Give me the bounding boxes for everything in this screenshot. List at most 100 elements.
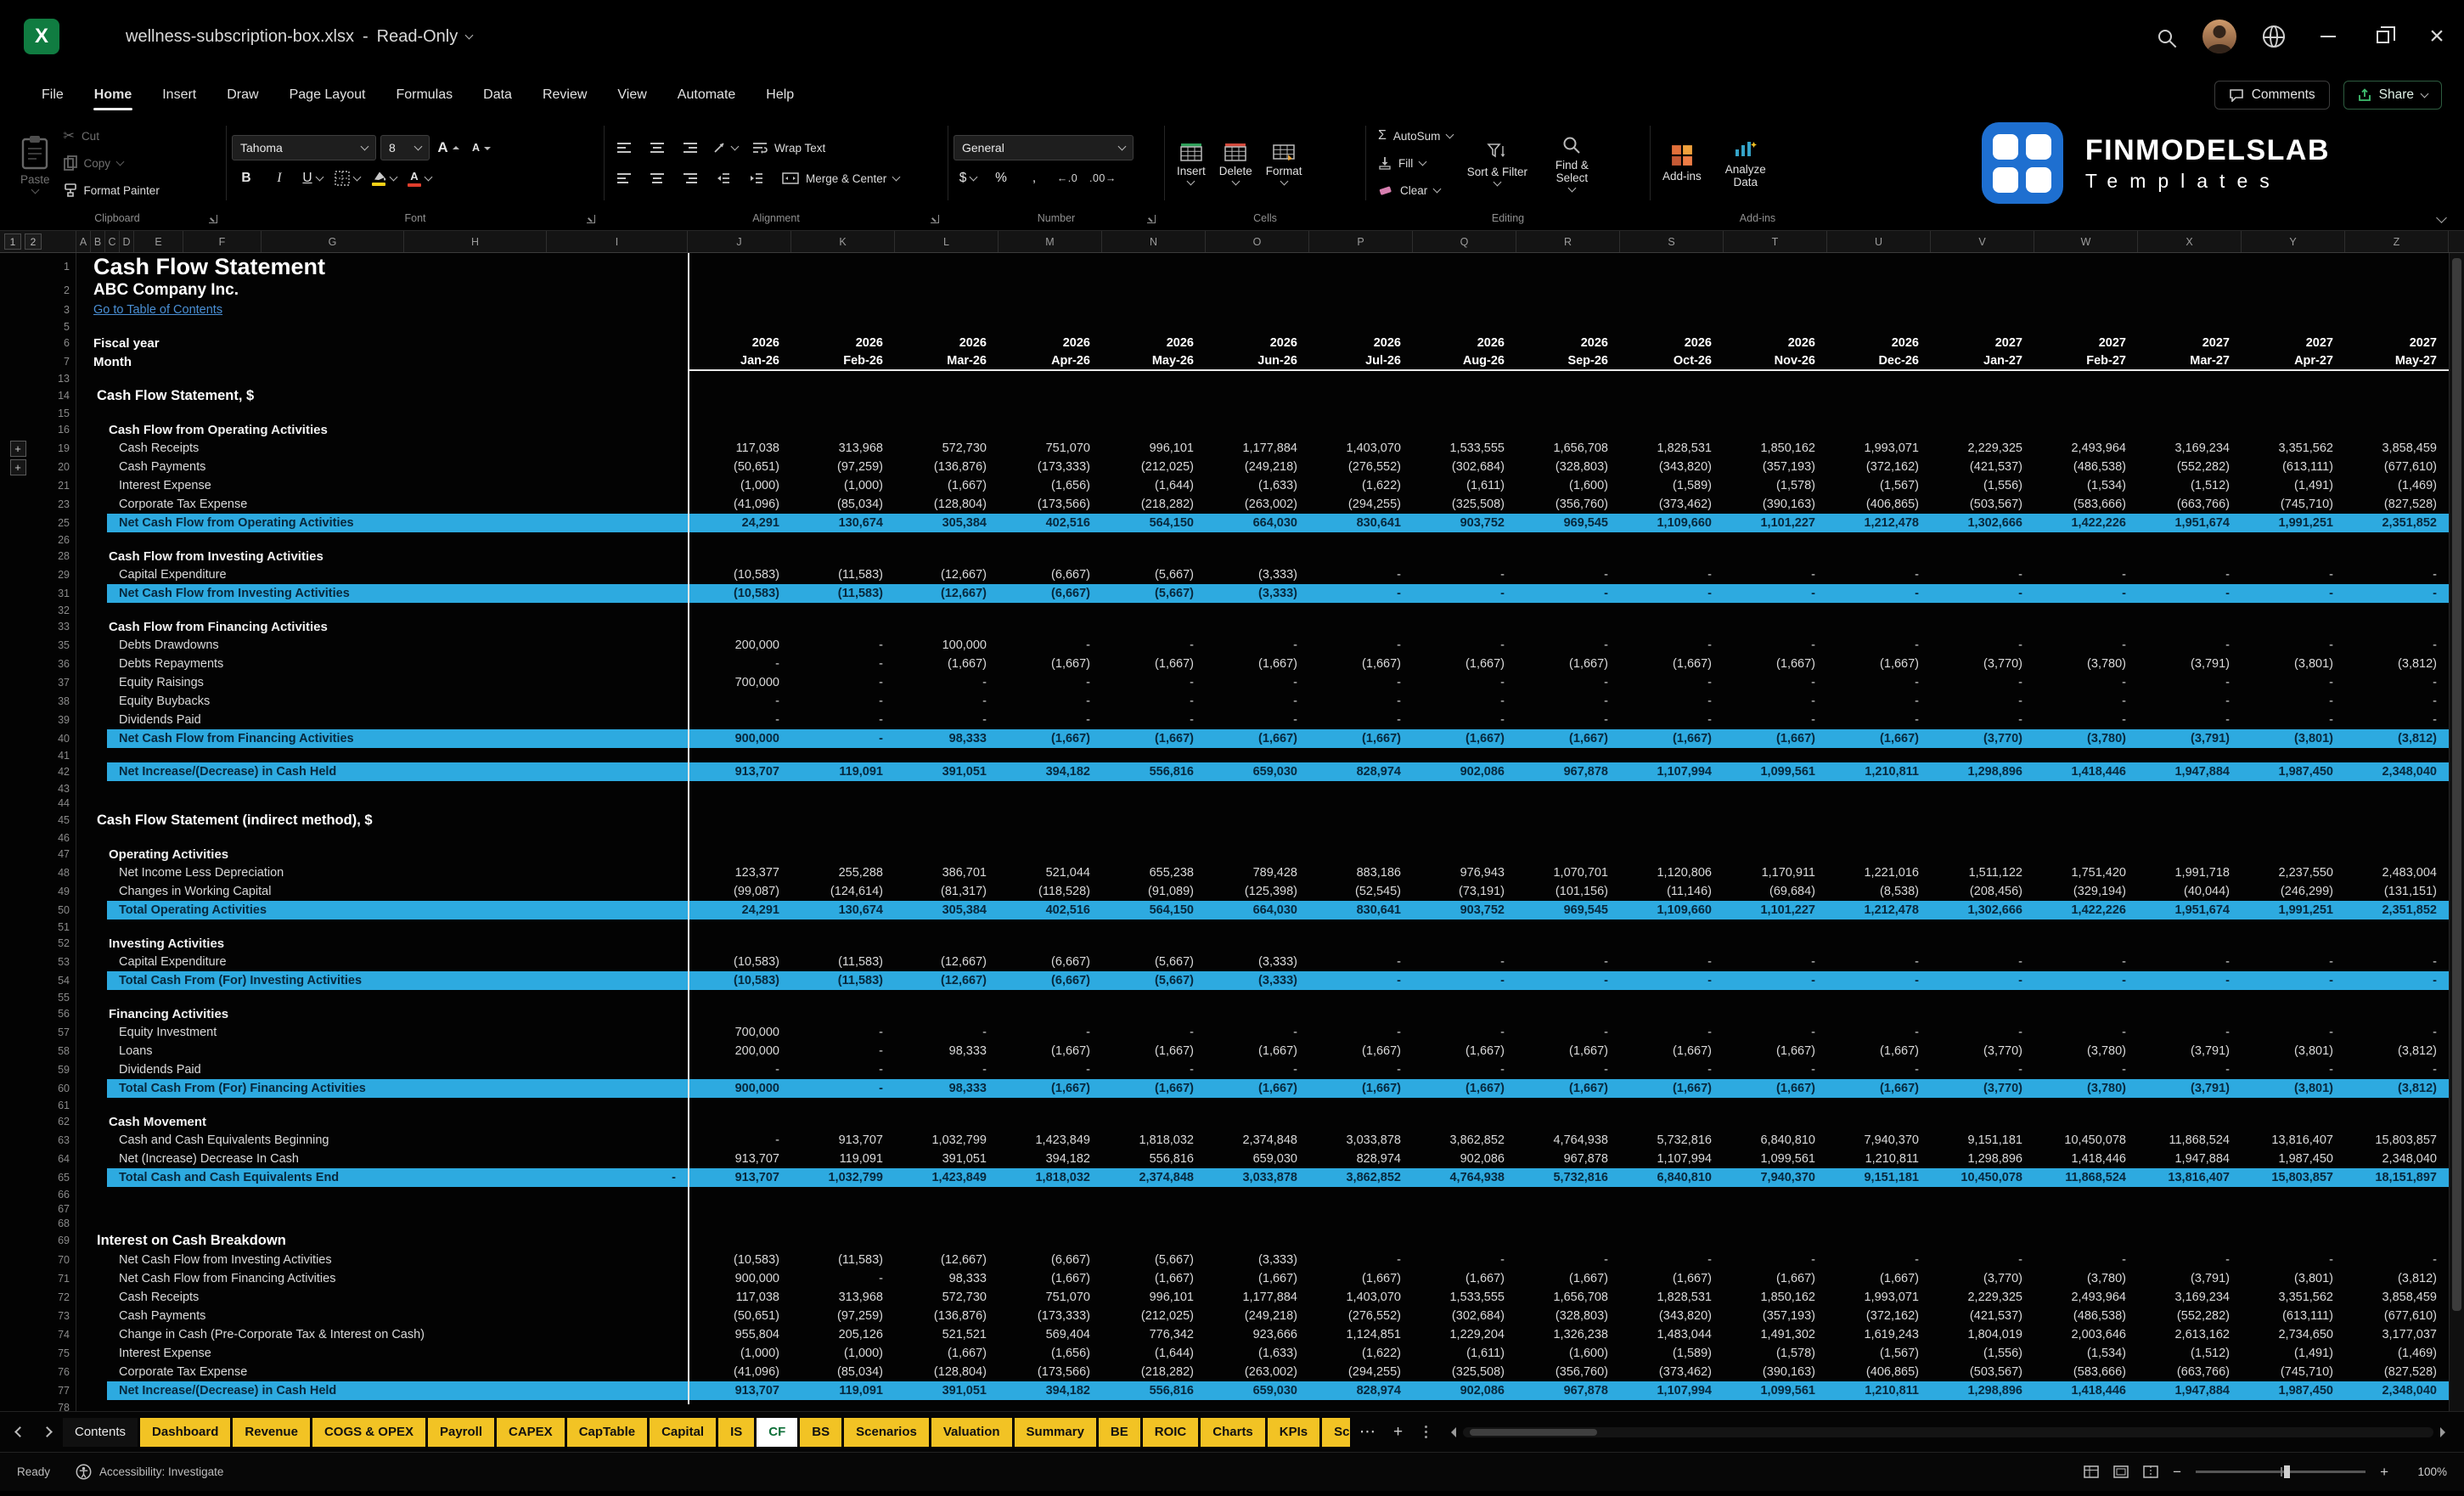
- label-region-value[interactable]: -: [672, 1171, 676, 1184]
- grid-cell[interactable]: (85,034): [791, 1365, 895, 1379]
- grid-cell[interactable]: 1,403,070: [1309, 441, 1413, 455]
- grid-cell[interactable]: 900,000: [688, 732, 791, 745]
- sheet-tab-capital[interactable]: Capital: [650, 1418, 716, 1447]
- grid-cell[interactable]: (12,667): [895, 974, 999, 987]
- sheet-tab-capex[interactable]: CAPEX: [497, 1418, 565, 1447]
- grid-cell[interactable]: Jan-26: [688, 354, 791, 368]
- grid-cell[interactable]: -: [999, 695, 1102, 708]
- grid-cell[interactable]: -: [2138, 1253, 2242, 1267]
- row-number[interactable]: 41: [36, 748, 76, 762]
- grid-cell[interactable]: (276,552): [1309, 1309, 1413, 1323]
- grid-cell[interactable]: 2026: [1309, 336, 1413, 350]
- grid-cell[interactable]: (1,656): [999, 1347, 1102, 1360]
- grid-cell[interactable]: (1,567): [1827, 1347, 1931, 1360]
- row-number[interactable]: 76: [36, 1363, 76, 1381]
- row-number[interactable]: 2: [36, 280, 76, 301]
- grid-cell[interactable]: (613,111): [2242, 460, 2345, 474]
- grid-cell[interactable]: 789,428: [1206, 866, 1309, 880]
- grid-cell[interactable]: (1,512): [2138, 479, 2242, 492]
- grid-cell[interactable]: (1,667): [895, 479, 999, 492]
- grid-cell[interactable]: -: [688, 1133, 791, 1147]
- grid-cell[interactable]: (3,812): [2345, 1044, 2449, 1058]
- sheet-tab-scenarios[interactable]: Scenarios: [844, 1418, 929, 1447]
- grid-cell[interactable]: (1,667): [1620, 1272, 1724, 1285]
- grid-cell[interactable]: 1,210,811: [1827, 1384, 1931, 1398]
- grid-cell[interactable]: -: [1516, 1063, 1620, 1077]
- grid-cell[interactable]: (3,791): [2138, 1044, 2242, 1058]
- grid-cell[interactable]: 2026: [1516, 336, 1620, 350]
- grid-cell[interactable]: (5,667): [1102, 955, 1206, 969]
- grid-cell[interactable]: 1,403,070: [1309, 1291, 1413, 1304]
- row-number[interactable]: 5: [36, 319, 76, 334]
- grid-cell[interactable]: (1,667): [1102, 657, 1206, 671]
- grid-cell[interactable]: (1,667): [999, 1082, 1102, 1095]
- grid-cell[interactable]: -: [791, 1026, 895, 1039]
- menu-tab-home[interactable]: Home: [82, 81, 144, 110]
- format-cells-button[interactable]: Format: [1259, 141, 1309, 186]
- row-number[interactable]: 61: [36, 1098, 76, 1112]
- grid-cell[interactable]: 1,101,227: [1724, 903, 1827, 917]
- grid-cell[interactable]: -: [1516, 676, 1620, 689]
- grid-cell[interactable]: (3,770): [1931, 1082, 2034, 1095]
- column-header-d[interactable]: D: [120, 231, 134, 252]
- grid-cell[interactable]: 1,120,806: [1620, 866, 1724, 880]
- grid-cell[interactable]: (3,333): [1206, 568, 1309, 582]
- grid-cell[interactable]: 776,342: [1102, 1328, 1206, 1341]
- grid-cell[interactable]: (1,633): [1206, 1347, 1309, 1360]
- grid-cell[interactable]: (1,667): [1724, 657, 1827, 671]
- grid-cell[interactable]: -: [1724, 1063, 1827, 1077]
- grid-cell[interactable]: -: [688, 657, 791, 671]
- grid-cell[interactable]: (3,791): [2138, 657, 2242, 671]
- grid-cell[interactable]: -: [1413, 1253, 1516, 1267]
- grid-cell[interactable]: -: [1620, 676, 1724, 689]
- grid-cell[interactable]: 7,940,370: [1724, 1171, 1827, 1184]
- grid-cell[interactable]: (12,667): [895, 587, 999, 600]
- grid-cell[interactable]: 7,940,370: [1827, 1133, 1931, 1147]
- grid-cell[interactable]: (1,667): [1724, 732, 1827, 745]
- grid-cell[interactable]: (11,583): [791, 1253, 895, 1267]
- grid-cell[interactable]: -: [2034, 587, 2138, 600]
- grid-cell[interactable]: (263,002): [1206, 1365, 1309, 1379]
- grid-cell[interactable]: (1,578): [1724, 479, 1827, 492]
- grid-cell[interactable]: 6,840,810: [1724, 1133, 1827, 1147]
- grid-cell[interactable]: 119,091: [791, 1384, 895, 1398]
- row-number[interactable]: 50: [36, 901, 76, 920]
- grid-cell[interactable]: 98,333: [895, 1082, 999, 1095]
- grid-cell[interactable]: (503,567): [1931, 498, 2034, 511]
- add-sheet-button[interactable]: +: [1386, 1420, 1411, 1445]
- outline-expand-button[interactable]: +: [10, 459, 26, 475]
- grid-cell[interactable]: -: [2242, 713, 2345, 727]
- grid-cell[interactable]: -: [1827, 1026, 1931, 1039]
- grid-cell[interactable]: 3,169,234: [2138, 441, 2242, 455]
- grid-cell[interactable]: (406,865): [1827, 498, 1931, 511]
- grid-cell[interactable]: 1,298,896: [1931, 765, 2034, 779]
- bold-button[interactable]: B: [232, 166, 261, 191]
- grid-cell[interactable]: -: [1206, 713, 1309, 727]
- grid-cell[interactable]: -: [1516, 638, 1620, 652]
- grid-cell[interactable]: (1,600): [1516, 1347, 1620, 1360]
- tab-options-kebab-icon[interactable]: [1416, 1426, 1436, 1438]
- grid-cell[interactable]: 391,051: [895, 765, 999, 779]
- grid-cell[interactable]: (6,667): [999, 955, 1102, 969]
- grid-cell[interactable]: (11,583): [791, 587, 895, 600]
- grid-cell[interactable]: 3,033,878: [1206, 1171, 1309, 1184]
- grid-cell[interactable]: -: [2034, 695, 2138, 708]
- grid-cell[interactable]: (328,803): [1516, 1309, 1620, 1323]
- collapse-ribbon-button[interactable]: [2436, 212, 2447, 223]
- grid-cell[interactable]: 130,674: [791, 903, 895, 917]
- grid-cell[interactable]: 2026: [999, 336, 1102, 350]
- grid-cell[interactable]: Mar-26: [895, 354, 999, 368]
- grid-cell[interactable]: (1,667): [1102, 732, 1206, 745]
- grid-cell[interactable]: 1,511,122: [1931, 866, 2034, 880]
- grid-cell[interactable]: 1,423,849: [999, 1133, 1102, 1147]
- grid-cell[interactable]: 903,752: [1413, 516, 1516, 530]
- grid-cell[interactable]: 9,151,181: [1931, 1133, 2034, 1147]
- grid-cell[interactable]: (50,651): [688, 1309, 791, 1323]
- grid-cell[interactable]: 1,298,896: [1931, 1384, 2034, 1398]
- row-number[interactable]: 77: [36, 1381, 76, 1400]
- grid-cell[interactable]: 2,734,650: [2242, 1328, 2345, 1341]
- grid-cell[interactable]: 1,818,032: [1102, 1133, 1206, 1147]
- grid-cell[interactable]: -: [2034, 955, 2138, 969]
- grid-cell[interactable]: -: [2345, 587, 2449, 600]
- grid-cell[interactable]: (1,534): [2034, 479, 2138, 492]
